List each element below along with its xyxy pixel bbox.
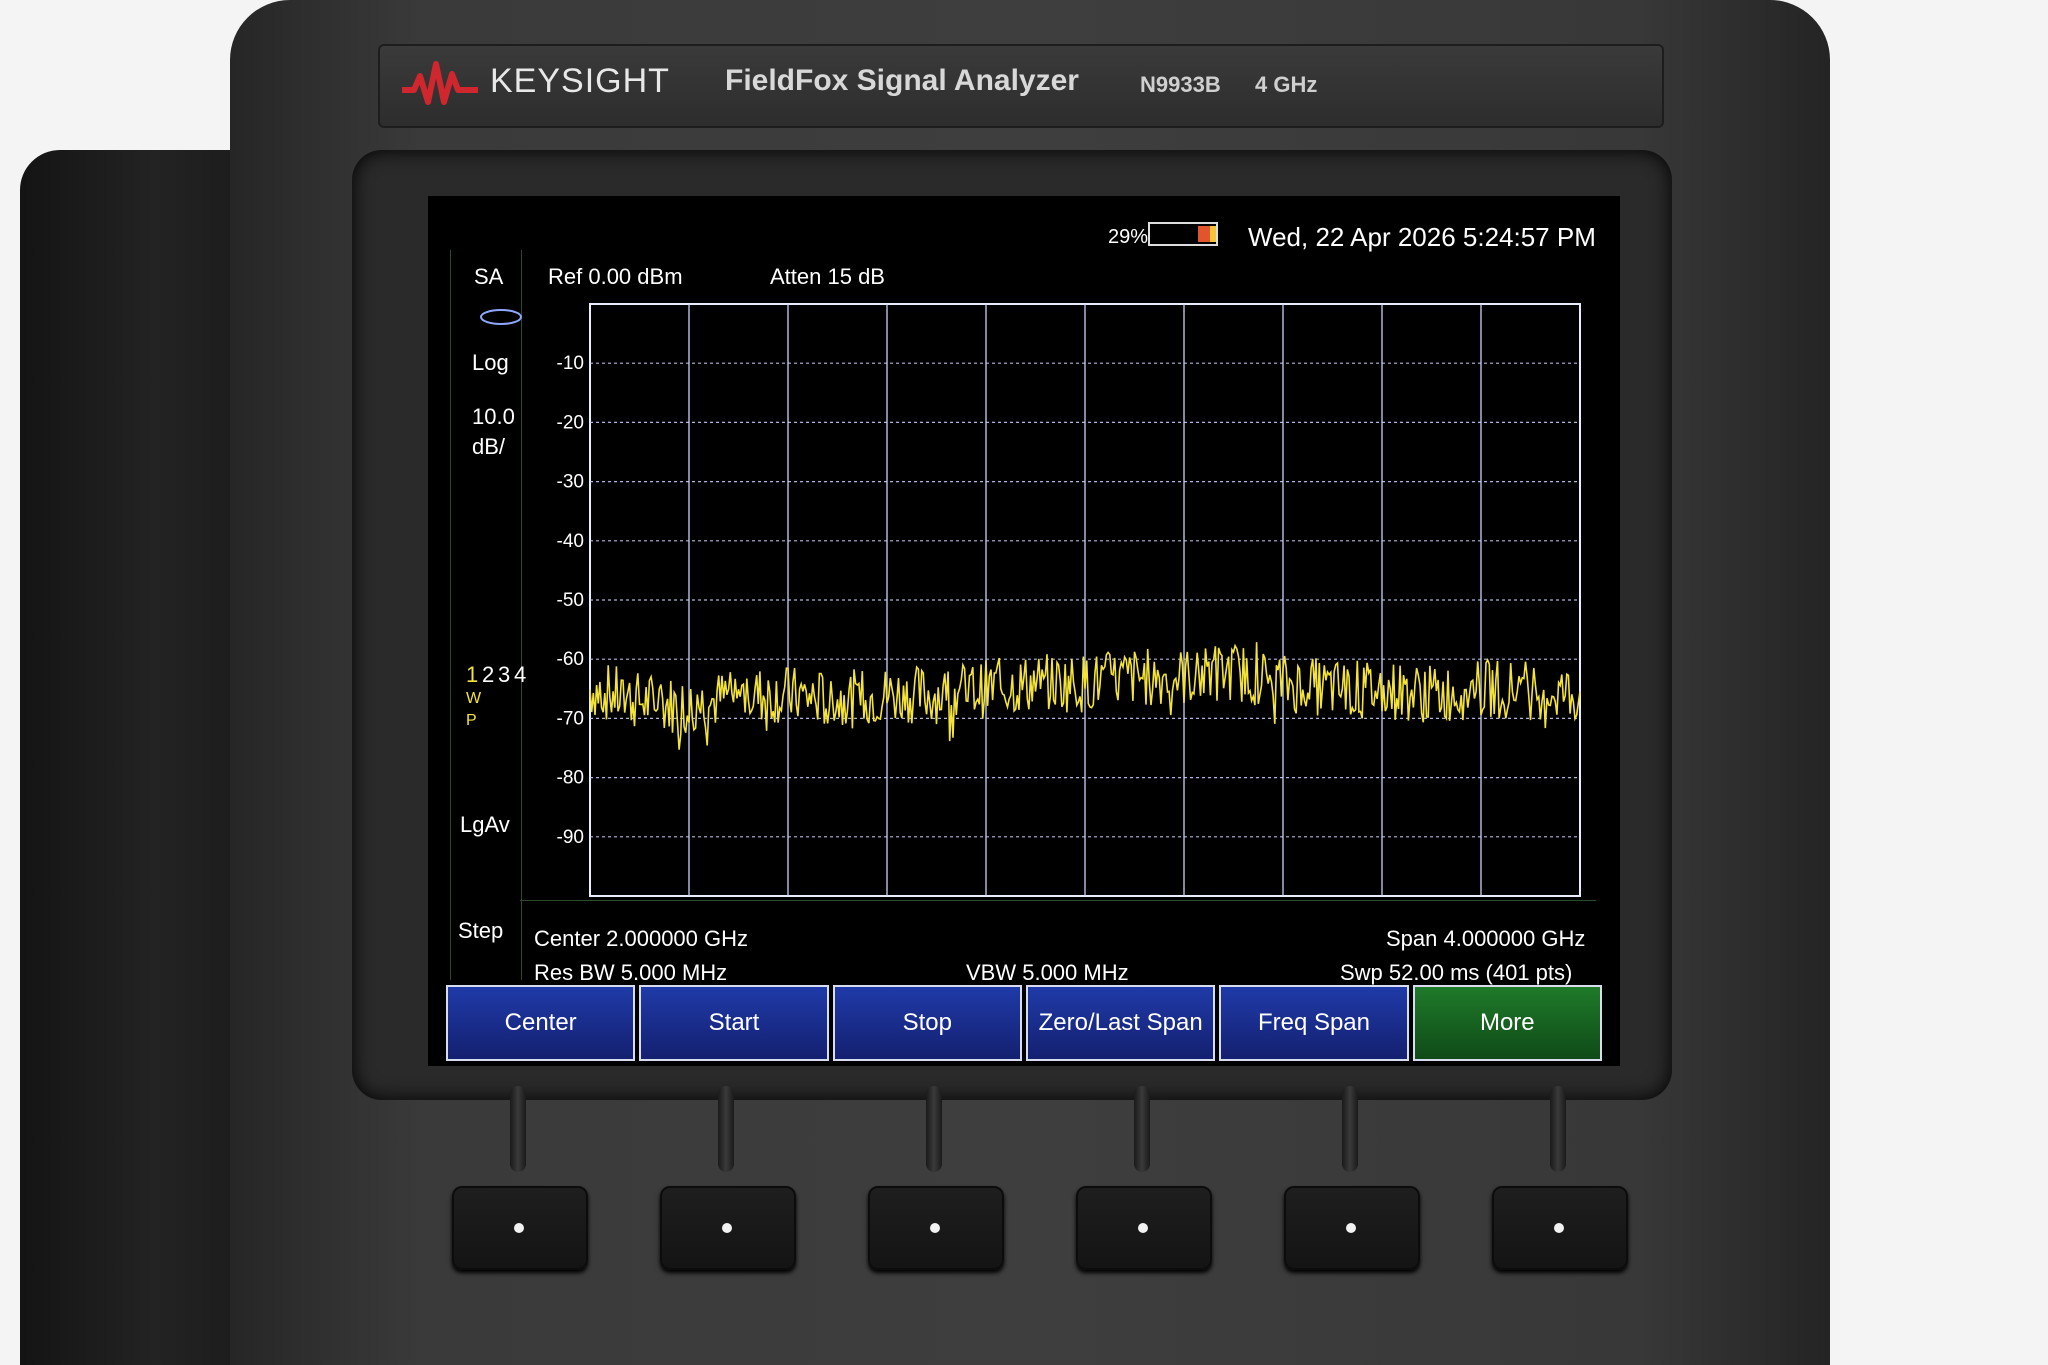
battery-percent: 29%	[1108, 226, 1149, 248]
y-tick-label: -50	[557, 590, 584, 611]
hardware-slot-4	[1134, 1086, 1150, 1172]
keysight-logo-icon	[402, 61, 478, 105]
detector-label: LgAv	[460, 812, 510, 837]
hardware-slot-5	[1342, 1086, 1358, 1172]
y-tick-label: -80	[557, 768, 584, 789]
trace-3[interactable]: 3	[498, 662, 510, 688]
y-tick-label: -30	[557, 472, 584, 493]
trace-mode-w: W	[466, 690, 482, 707]
scale-value: 10.0	[472, 404, 515, 429]
hardware-slot-3	[926, 1086, 942, 1172]
hardware-slot-1	[510, 1086, 526, 1172]
model-name: FieldFox Signal Analyzer	[725, 64, 1079, 97]
y-tick-label: -40	[557, 531, 584, 552]
hardware-button-5[interactable]	[1284, 1186, 1420, 1270]
part-number: N9933B	[1140, 72, 1221, 97]
softkey-bar: Center Start Stop Zero/Last Span Freq Sp…	[446, 985, 1602, 1061]
softkey-start[interactable]: Start	[639, 985, 829, 1061]
hardware-slot-2	[718, 1086, 734, 1172]
step-label: Step	[458, 918, 504, 943]
battery-icon	[1148, 222, 1218, 246]
softkey-more[interactable]: More	[1412, 985, 1602, 1061]
ref-level: Ref 0.00 dBm	[548, 264, 683, 289]
hardware-button-1[interactable]	[452, 1186, 588, 1270]
hardware-button-2[interactable]	[660, 1186, 796, 1270]
softkey-freq-span[interactable]: Freq Span	[1219, 985, 1409, 1061]
sweep-time: Swp 52.00 ms (401 pts)	[1340, 960, 1573, 985]
hardware-button-6[interactable]	[1492, 1186, 1628, 1270]
y-tick-label: -90	[557, 827, 584, 848]
y-tick-label: -70	[557, 708, 584, 729]
sweep-indicator-icon	[480, 309, 522, 325]
spectrum-plot: -10 -20 -30 -40 -50 -60 -70 -80 -90	[557, 303, 1581, 897]
y-tick-label: -20	[557, 412, 584, 433]
scale-type: Log	[472, 350, 509, 375]
brand-name: KEYSIGHT	[490, 62, 670, 100]
hardware-button-4[interactable]	[1076, 1186, 1212, 1270]
softkey-zero-last-span[interactable]: Zero/Last Span	[1025, 985, 1216, 1061]
hardware-slot-6	[1550, 1086, 1566, 1172]
frequency-span: Span 4.000000 GHz	[1386, 926, 1586, 951]
hardware-button-3[interactable]	[868, 1186, 1004, 1270]
softkey-center[interactable]: Center	[446, 985, 636, 1061]
scale-unit: dB/	[472, 434, 506, 459]
center-frequency: Center 2.000000 GHz	[534, 926, 749, 951]
trace-1[interactable]: 1	[466, 662, 478, 688]
attenuation: Atten 15 dB	[770, 264, 885, 289]
video-bandwidth: VBW 5.000 MHz	[966, 960, 1129, 985]
datetime: Wed, 22 Apr 2026 5:24:57 PM	[1248, 222, 1596, 252]
trace-mode-p: P	[466, 712, 477, 729]
resolution-bandwidth: Res BW 5.000 MHz	[534, 960, 728, 985]
y-tick-label: -60	[557, 649, 584, 670]
trace-2[interactable]: 2	[482, 662, 494, 688]
y-tick-label: -10	[557, 353, 584, 374]
softkey-stop[interactable]: Stop	[832, 985, 1022, 1061]
frequency-rating: 4 GHz	[1255, 72, 1318, 97]
